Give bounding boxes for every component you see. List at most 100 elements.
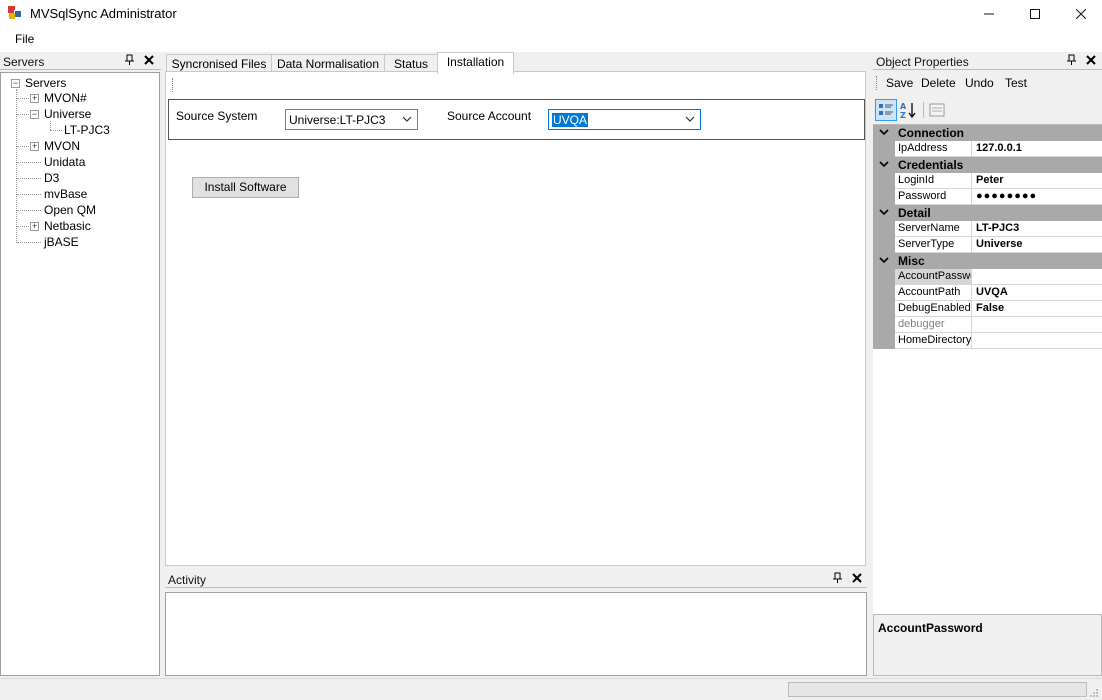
window-title: MVSqlSync Administrator bbox=[30, 6, 177, 21]
source-account-label: Source Account bbox=[447, 109, 532, 123]
close-icon[interactable] bbox=[852, 571, 862, 586]
property-row[interactable]: DebugEnabled False bbox=[873, 301, 1102, 317]
source-account-combo[interactable]: UVQA bbox=[548, 109, 701, 130]
tree-item-lt-pjc3[interactable]: LT-PJC3 bbox=[64, 122, 110, 138]
property-value[interactable]: ●●●●●●●● bbox=[972, 189, 1102, 205]
svg-text:A: A bbox=[900, 102, 907, 111]
resize-grip-icon[interactable] bbox=[1089, 687, 1099, 697]
expand-icon[interactable]: + bbox=[30, 94, 39, 103]
source-group: Source System Universe:LT-PJC3 Source Ac… bbox=[168, 99, 865, 140]
property-grid[interactable]: Connection IpAddress 127.0.0.1 Credentia… bbox=[873, 124, 1102, 614]
property-name: HomeDirectory bbox=[895, 333, 972, 349]
tree-item-open-qm[interactable]: Open QM bbox=[44, 202, 96, 218]
property-pages-icon[interactable] bbox=[926, 99, 948, 121]
property-description: AccountPassword bbox=[873, 614, 1102, 676]
category-connection[interactable]: Connection bbox=[873, 125, 1102, 141]
category-detail[interactable]: Detail bbox=[873, 205, 1102, 221]
property-name: IpAddress bbox=[895, 141, 972, 157]
properties-pane-title: Object Properties bbox=[876, 55, 969, 69]
sort-alphabetical-icon[interactable]: AZ bbox=[897, 99, 919, 121]
source-account-value: UVQA bbox=[552, 113, 589, 127]
category-misc[interactable]: Misc bbox=[873, 253, 1102, 269]
collapse-icon[interactable]: − bbox=[11, 79, 20, 88]
test-button[interactable]: Test bbox=[1005, 76, 1027, 90]
expand-icon[interactable]: + bbox=[30, 222, 39, 231]
property-name: LoginId bbox=[895, 173, 972, 189]
source-system-combo[interactable]: Universe:LT-PJC3 bbox=[285, 109, 418, 130]
progress-bar bbox=[788, 682, 1087, 697]
servers-tree[interactable]: − Servers + MVON# − Universe LT-PJC3 + M… bbox=[0, 72, 160, 676]
category-label: Credentials bbox=[898, 158, 964, 172]
property-value[interactable] bbox=[972, 317, 1102, 333]
category-credentials[interactable]: Credentials bbox=[873, 157, 1102, 173]
tree-item-mvon[interactable]: MVON bbox=[44, 138, 80, 154]
property-value[interactable]: False bbox=[972, 301, 1102, 317]
properties-pane: Object Properties Save Delete Undo Test … bbox=[873, 54, 1102, 676]
property-name: debugger bbox=[895, 317, 972, 333]
source-system-value: Universe:LT-PJC3 bbox=[289, 113, 386, 127]
activity-pane-header: Activity bbox=[165, 572, 867, 588]
category-label: Detail bbox=[898, 206, 931, 220]
tree-item-unidata[interactable]: Unidata bbox=[44, 154, 85, 170]
main-tabstrip: Syncronised Files Data Normalisation Sta… bbox=[166, 52, 866, 74]
tree-item-netbasic[interactable]: Netbasic bbox=[44, 218, 91, 234]
tree-item-universe[interactable]: Universe bbox=[44, 106, 91, 122]
status-bar bbox=[0, 678, 1102, 700]
pin-icon[interactable] bbox=[1067, 54, 1077, 69]
property-row[interactable]: debugger bbox=[873, 317, 1102, 333]
property-row[interactable]: Password ●●●●●●●● bbox=[873, 189, 1102, 205]
property-name: ServerType bbox=[895, 237, 972, 253]
tree-item-mvon-sharp[interactable]: MVON# bbox=[44, 90, 87, 106]
pin-icon[interactable] bbox=[833, 572, 843, 587]
save-button[interactable]: Save bbox=[886, 76, 913, 90]
property-value[interactable] bbox=[972, 269, 1102, 285]
tree-item-mvbase[interactable]: mvBase bbox=[44, 186, 87, 202]
property-row[interactable]: LoginId Peter bbox=[873, 173, 1102, 189]
tree-root-servers[interactable]: Servers bbox=[25, 75, 66, 91]
property-row[interactable]: AccountPath UVQA bbox=[873, 285, 1102, 301]
delete-button[interactable]: Delete bbox=[921, 76, 956, 90]
close-icon[interactable] bbox=[144, 53, 154, 68]
menu-file[interactable]: File bbox=[15, 32, 34, 46]
collapse-icon[interactable]: − bbox=[30, 110, 39, 119]
property-value[interactable]: LT-PJC3 bbox=[972, 221, 1102, 237]
property-value[interactable]: Universe bbox=[972, 237, 1102, 253]
source-system-label: Source System bbox=[176, 109, 258, 123]
category-label: Connection bbox=[898, 126, 964, 140]
property-row[interactable]: ServerType Universe bbox=[873, 237, 1102, 253]
activity-log[interactable] bbox=[165, 592, 867, 676]
chevron-down-icon[interactable] bbox=[402, 113, 412, 128]
property-row[interactable]: HomeDirectory bbox=[873, 333, 1102, 349]
property-value[interactable]: UVQA bbox=[972, 285, 1102, 301]
close-button[interactable] bbox=[1058, 0, 1102, 28]
property-value[interactable] bbox=[972, 333, 1102, 349]
title-bar: MVSqlSync Administrator bbox=[0, 0, 1102, 28]
property-row[interactable]: IpAddress 127.0.0.1 bbox=[873, 141, 1102, 157]
servers-pane-header: Servers bbox=[0, 54, 161, 70]
property-value[interactable]: 127.0.0.1 bbox=[972, 141, 1102, 157]
minimize-button[interactable] bbox=[966, 0, 1012, 28]
tab-installation[interactable]: Installation bbox=[437, 52, 514, 74]
app-icon bbox=[8, 6, 22, 20]
toolstrip-grip bbox=[172, 78, 174, 92]
install-software-button[interactable]: Install Software bbox=[192, 177, 299, 198]
pin-icon[interactable] bbox=[125, 54, 135, 69]
property-name: Password bbox=[895, 189, 972, 205]
property-row[interactable]: ServerName LT-PJC3 bbox=[873, 221, 1102, 237]
tree-item-d3[interactable]: D3 bbox=[44, 170, 59, 186]
maximize-button[interactable] bbox=[1012, 0, 1058, 28]
property-value[interactable]: Peter bbox=[972, 173, 1102, 189]
chevron-down-icon[interactable] bbox=[685, 113, 695, 128]
servers-pane-title: Servers bbox=[3, 55, 45, 69]
property-row[interactable]: AccountPassword bbox=[873, 269, 1102, 285]
expand-icon[interactable]: + bbox=[30, 142, 39, 151]
property-name: ServerName bbox=[895, 221, 972, 237]
undo-button[interactable]: Undo bbox=[965, 76, 994, 90]
tree-item-jbase[interactable]: jBASE bbox=[44, 234, 79, 250]
categorized-icon[interactable] bbox=[875, 99, 897, 121]
servers-pane: Servers − Servers + MVON# − Universe LT-… bbox=[0, 54, 161, 676]
property-name: AccountPath bbox=[895, 285, 972, 301]
close-icon[interactable] bbox=[1086, 53, 1096, 68]
menu-bar: File bbox=[0, 28, 1102, 52]
description-title: AccountPassword bbox=[878, 621, 983, 635]
